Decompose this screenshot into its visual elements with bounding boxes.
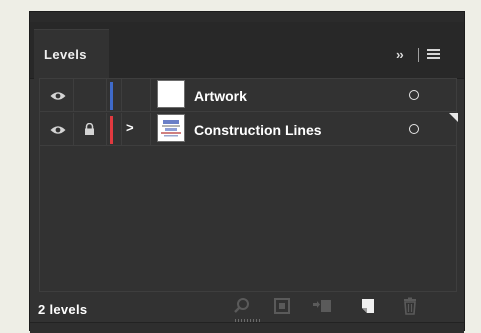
layer-count: 2 levels — [38, 302, 88, 317]
panel-top-strip[interactable] — [30, 12, 464, 22]
search-icon[interactable] — [232, 296, 252, 316]
selected-art-indicator-icon — [449, 113, 458, 122]
tab-bar-divider — [418, 48, 419, 62]
lock-icon[interactable] — [84, 123, 95, 135]
overflow-chevron-icon[interactable]: ›› — [396, 47, 404, 62]
tab-levels[interactable]: Levels — [34, 29, 109, 79]
eye-icon[interactable] — [50, 91, 66, 101]
new-layer-icon[interactable] — [358, 296, 378, 316]
clipping-mask-icon[interactable] — [272, 296, 292, 316]
panel-bottom-strip — [30, 322, 464, 333]
layer-name[interactable]: Artwork — [194, 88, 247, 104]
move-selection-icon[interactable] — [312, 296, 332, 316]
expand-arrow-icon[interactable]: > — [126, 120, 134, 135]
layer-color-bar — [110, 116, 113, 144]
layer-row-artwork[interactable]: Artwork — [40, 79, 456, 112]
eye-icon[interactable] — [50, 125, 66, 135]
layer-thumbnail — [157, 80, 185, 108]
hamburger-menu-icon[interactable] — [427, 49, 440, 61]
layer-color-bar — [110, 82, 113, 110]
layer-thumbnail — [157, 114, 185, 142]
panel-tab-bar: Levels ›› — [30, 22, 464, 79]
target-circle-icon[interactable] — [409, 124, 419, 134]
layer-row-construction-lines[interactable]: > Construction Lines — [40, 113, 458, 146]
target-circle-icon[interactable] — [409, 90, 419, 100]
layers-panel: Levels ›› Artwork > Construction Lines 2… — [29, 11, 465, 333]
layer-list: Artwork > Construction Lines — [39, 78, 458, 292]
tab-levels-label: Levels — [44, 47, 87, 62]
construction-drawing-thumbnail — [161, 120, 181, 137]
delete-icon[interactable] — [400, 296, 420, 316]
layer-name[interactable]: Construction Lines — [194, 122, 322, 138]
